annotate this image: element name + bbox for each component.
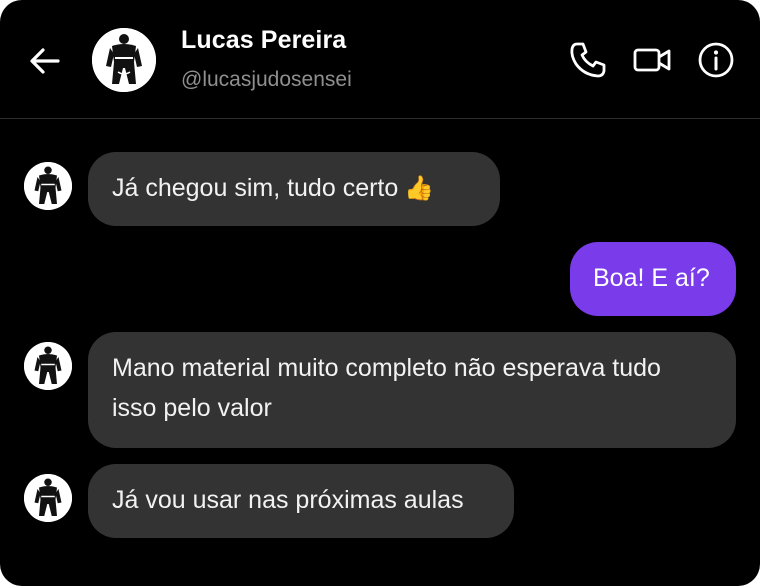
message-text: Já chegou sim, tudo certo <box>112 174 399 202</box>
message-text: Boa! E aí? <box>593 264 710 292</box>
contact-avatar-small[interactable] <box>24 474 72 522</box>
contact-avatar-small[interactable] <box>24 342 72 390</box>
message-bubble-outgoing[interactable]: Boa! E aí? <box>570 242 736 316</box>
contact-name: Lucas Pereira <box>181 26 347 54</box>
message-text: Mano material muito completo não esperav… <box>112 354 661 422</box>
phone-icon[interactable] <box>568 40 608 80</box>
contact-avatar[interactable] <box>92 28 156 92</box>
message-bubble-incoming[interactable]: Mano material muito completo não esperav… <box>88 332 736 448</box>
chat-header: Lucas Pereira @lucasjudosensei <box>0 0 760 119</box>
message-bubble-incoming[interactable]: Já chegou sim, tudo certo 👍 <box>88 152 500 226</box>
chat-window: Lucas Pereira @lucasjudosensei Já chegou… <box>0 0 760 586</box>
contact-handle: @lucasjudosensei <box>181 68 352 91</box>
video-camera-icon[interactable] <box>632 40 672 80</box>
back-arrow-icon[interactable] <box>26 42 64 80</box>
message-bubble-incoming[interactable]: Já vou usar nas próximas aulas <box>88 464 514 538</box>
info-icon[interactable] <box>696 40 736 80</box>
contact-avatar-small[interactable] <box>24 162 72 210</box>
thumbs-up-emoji: 👍 <box>404 175 435 202</box>
message-text: Já vou usar nas próximas aulas <box>112 486 464 514</box>
